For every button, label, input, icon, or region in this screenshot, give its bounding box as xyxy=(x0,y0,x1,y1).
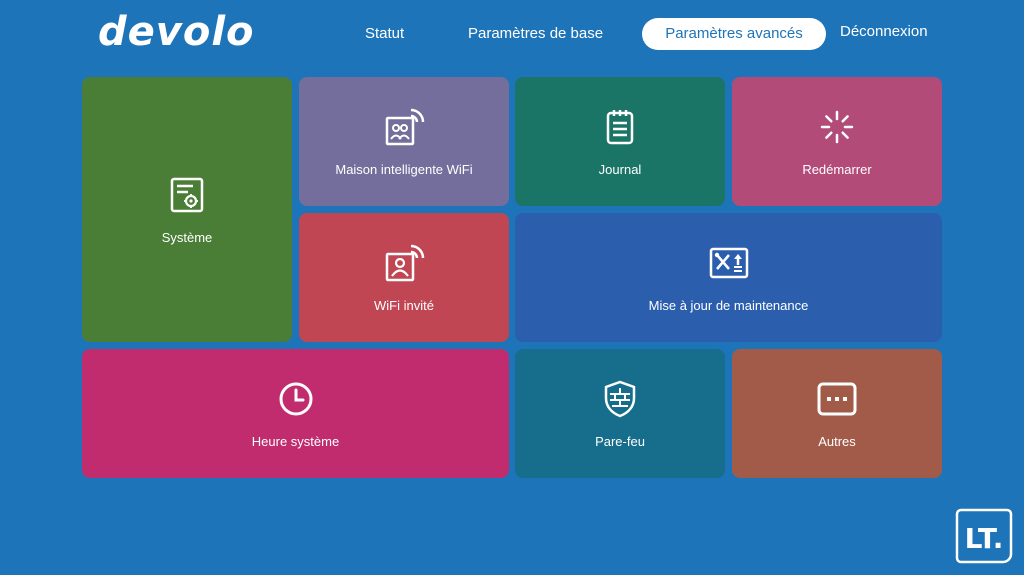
tools-update-icon xyxy=(709,247,748,279)
tile-redemarrer[interactable]: Redémarrer xyxy=(732,77,942,206)
tile-maison-label: Maison intelligente WiFi xyxy=(335,162,473,177)
firewall-shield-icon xyxy=(604,380,636,418)
loading-spinner-icon xyxy=(820,110,854,144)
lt-watermark-logo: LT. xyxy=(955,508,1013,564)
tile-wifi-invite-label: WiFi invité xyxy=(374,298,434,313)
tile-autres-label: Autres xyxy=(818,434,856,449)
clipboard-icon xyxy=(606,110,634,145)
tile-mise-a-jour-maintenance[interactable]: Mise à jour de maintenance xyxy=(515,213,942,342)
watermark-text: LT. xyxy=(965,522,1004,555)
tile-maintenance-label: Mise à jour de maintenance xyxy=(648,298,809,313)
nav-deconnexion[interactable]: Déconnexion xyxy=(840,16,928,48)
smart-home-wifi-icon xyxy=(385,108,425,146)
more-dots-icon xyxy=(817,382,857,416)
nav-parametres-avances[interactable]: Paramètres avancés xyxy=(642,18,826,50)
tile-heure-systeme[interactable]: Heure système xyxy=(82,349,509,478)
tile-pare-feu[interactable]: Pare-feu xyxy=(515,349,725,478)
settings-document-icon xyxy=(170,177,204,213)
clock-icon xyxy=(279,382,312,416)
tile-systeme-label: Système xyxy=(161,230,213,245)
nav-parametres-de-base[interactable]: Paramètres de base xyxy=(468,18,603,50)
tile-redemarrer-label: Redémarrer xyxy=(802,162,872,177)
tile-wifi-invite[interactable]: WiFi invité xyxy=(299,213,509,342)
tile-maison-intelligente-wifi[interactable]: Maison intelligente WiFi xyxy=(299,77,509,206)
tile-systeme[interactable]: Système xyxy=(82,77,292,342)
page: devolo Statut Paramètres de base Paramèt… xyxy=(0,0,1024,575)
nav-statut[interactable]: Statut xyxy=(365,18,404,50)
tile-pare-feu-label: Pare-feu xyxy=(595,434,645,449)
tile-autres[interactable]: Autres xyxy=(732,349,942,478)
tile-journal[interactable]: Journal xyxy=(515,77,725,206)
guest-wifi-icon xyxy=(385,244,425,282)
devolo-logo[interactable]: devolo xyxy=(98,12,255,52)
tile-heure-label: Heure système xyxy=(251,434,340,449)
tile-journal-label: Journal xyxy=(598,162,642,177)
